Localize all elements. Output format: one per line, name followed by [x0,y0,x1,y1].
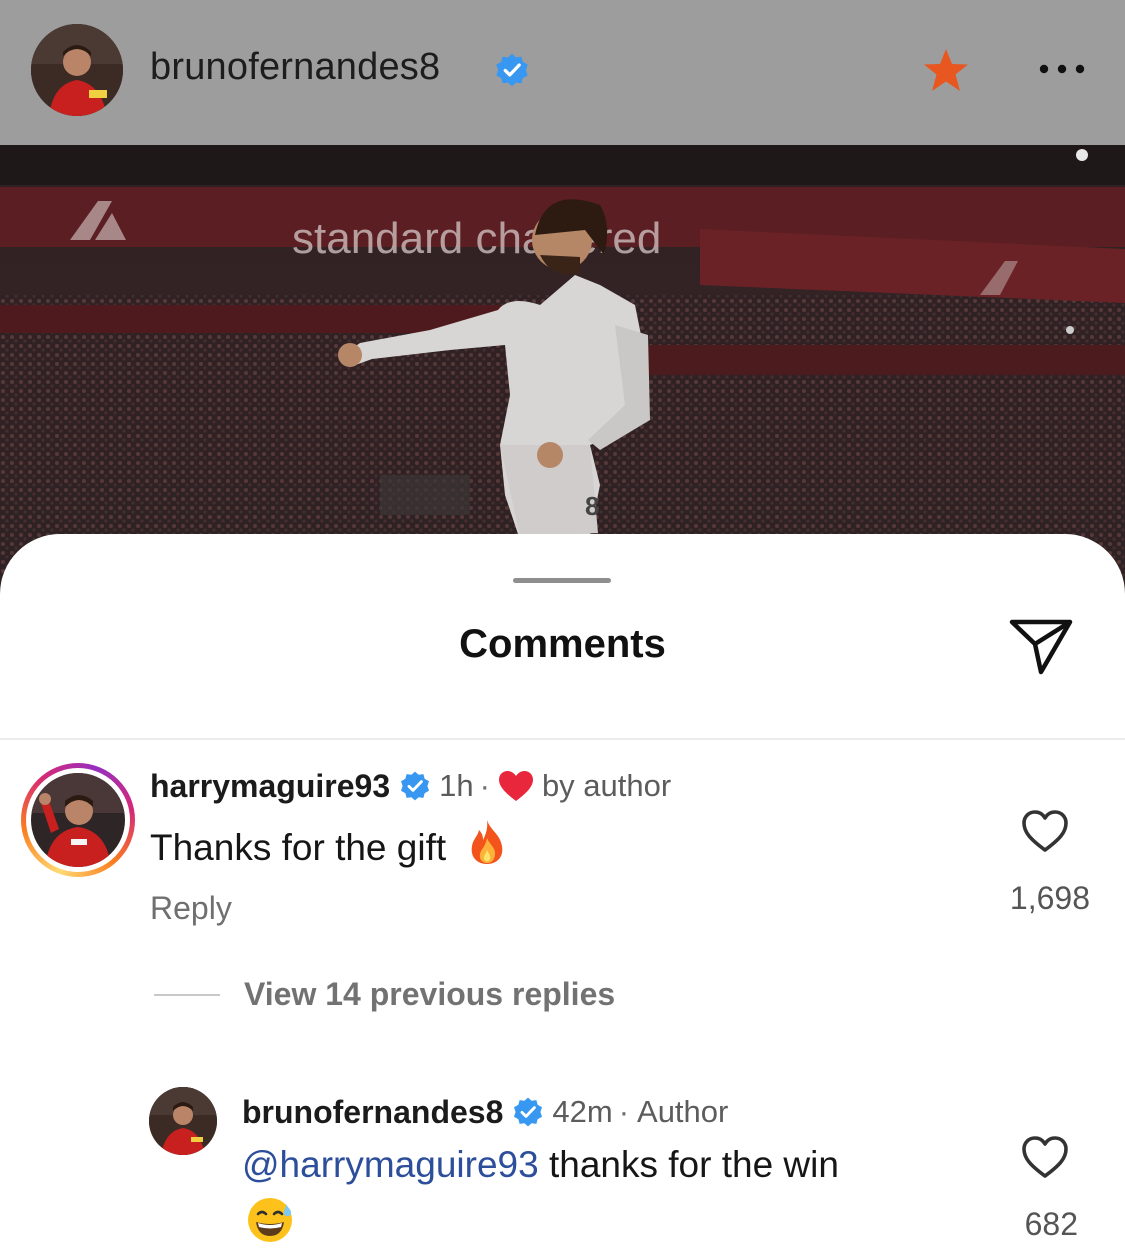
like-heart-icon[interactable] [1020,808,1070,854]
view-replies-button[interactable]: View 14 previous replies [244,976,615,1013]
verified-badge-icon [496,53,528,87]
mention-link[interactable]: @harrymaguire93 [242,1144,539,1185]
comment-meta: harrymaguire93 1h · by author [150,764,671,808]
reply-meta: brunofernandes8 42m · Author [242,1090,728,1134]
fire-icon [472,820,503,864]
sheet-divider [0,738,1125,740]
comment-text: Thanks for the gift [150,818,508,869]
profile-avatar[interactable] [31,24,123,116]
reply-button[interactable]: Reply [150,890,232,927]
reply-username[interactable]: brunofernandes8 [242,1094,503,1131]
liked-by-author-label: by author [541,768,672,803]
svg-text:8: 8 [585,491,599,521]
comments-title: Comments [459,622,666,666]
meta-separator: · [479,768,490,803]
story-ring[interactable] [21,763,135,877]
more-options-icon[interactable] [1036,57,1088,81]
like-count: 682 [1024,1206,1078,1242]
sheet-grabber[interactable] [513,578,611,583]
author-label: Author [637,1094,729,1129]
comment-time: 1h [439,768,474,803]
header-username[interactable]: brunofernandes8 [150,46,440,89]
verified-badge-icon [401,771,430,801]
star-icon[interactable] [921,47,971,93]
reply-time: 42m [552,1094,613,1129]
comment-body: Thanks for the gift [150,827,447,868]
post-header: brunofernandes8 [0,0,1125,145]
reply-body: thanks for the win [538,1144,839,1185]
commenter-avatar[interactable] [31,773,125,867]
comments-sheet: Comments harrymaguire93 1h · by author T… [0,534,1125,1256]
grinning-sweat-icon [248,1198,292,1242]
reply-text: @harrymaguire93 thanks for the win [242,1144,839,1186]
like-count: 1,698 [1009,880,1090,916]
like-heart-icon[interactable] [1020,1134,1070,1180]
thread-line [154,994,220,996]
paper-plane-icon[interactable] [1008,616,1074,678]
reply-avatar[interactable] [149,1087,217,1155]
meta-separator: · [618,1094,630,1129]
verified-badge-icon [514,1097,543,1127]
liked-heart-icon [498,771,533,801]
comment-username[interactable]: harrymaguire93 [150,768,390,805]
